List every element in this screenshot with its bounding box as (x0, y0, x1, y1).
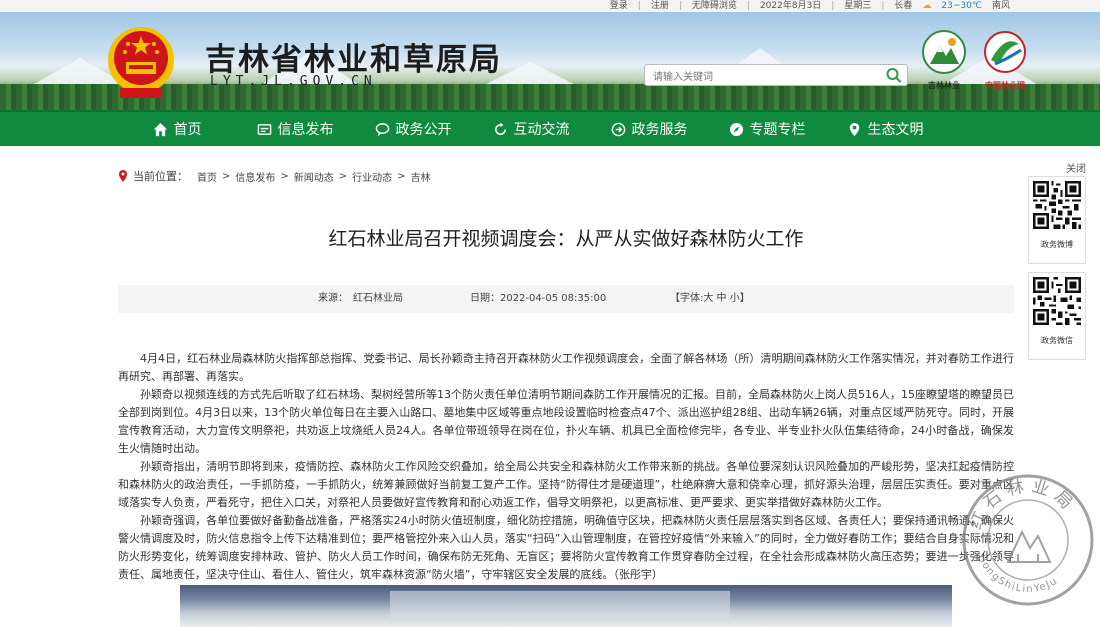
china-forestry-net-logo[interactable]: 中国林业网 (975, 30, 1035, 98)
qr-caption: 政务微博 (1041, 240, 1073, 249)
pin-icon (849, 122, 859, 136)
separator: | (637, 1, 641, 11)
qr-caption: 政务微信 (1041, 336, 1073, 345)
nav-label: 生态文明 (867, 122, 924, 138)
article-paragraph: 孙颖奇指出，清明节即将到来，疫情防控、森林防火工作风险交织叠加，给全局公共安全和… (118, 460, 1014, 509)
nav-label: 首页 (173, 122, 202, 138)
logo-caption: 中国林业网 (985, 81, 1025, 90)
home-icon (153, 122, 167, 136)
separator: | (831, 1, 835, 11)
qr-code-icon (1033, 181, 1081, 229)
article-paragraph: 孙颖奇强调，各单位要做好备勤备战准备，严格落实24小时防火值班制度，细化防控措施… (118, 514, 1014, 581)
breadcrumb-separator: > (397, 170, 406, 182)
breadcrumb-item[interactable]: 行业动态 (352, 169, 392, 184)
article-date: 日期：2022-04-05 08:35:00 (470, 293, 607, 304)
nav-label: 专题专栏 (749, 122, 806, 138)
top-utility-bar: 登录 | 注册 | 无障碍浏览 | 2022年8月3日 | 星期三 | 长春 ☁ 23~3… (0, 0, 1100, 12)
breadcrumb-label: 当前位置： (133, 170, 188, 183)
login-icon (611, 122, 625, 136)
location-pin-icon (119, 170, 127, 182)
nav-item-gov-services[interactable]: 政务服务 (590, 112, 708, 146)
weekday: 星期三 (844, 1, 872, 11)
logo-caption: 吉林林业 (928, 81, 960, 90)
weather-icon: ☁ (922, 1, 932, 11)
nav-label: 政务公开 (395, 122, 452, 138)
site-title: 吉林省林业和草原局 (205, 42, 502, 78)
accessible-browse-link[interactable]: 无障碍浏览 (692, 0, 737, 12)
site-url: LYT.JL.GOV.CN (210, 74, 377, 89)
search-box (644, 64, 908, 88)
article-title: 红石林业局召开视频调度会：从严从实做好森林防火工作 (328, 228, 804, 250)
article-meta-bar: 来源： 红石林业局 日期：2022-04-05 08:35:00 【字体:大 中… (118, 285, 1014, 313)
nav-item-home[interactable]: 首页 (118, 112, 236, 146)
article-photo (180, 585, 952, 627)
compass-icon (729, 122, 743, 136)
svg-text:红石林业局: 红石林业局 (966, 476, 1080, 533)
weather-city: 长春 (894, 1, 913, 11)
breadcrumb-separator: > (222, 170, 231, 182)
separator: | (678, 1, 682, 11)
qr-code-icon (1033, 277, 1081, 325)
article-paragraph: 孙颖奇以视频连线的方式先后听取了红石林场、梨树经营所等13个防火责任单位清明节期… (118, 388, 1014, 455)
search-icon[interactable] (885, 67, 903, 83)
separator: | (746, 1, 750, 11)
article-paragraph: 4月4日，红石林业局森林防火指挥部总指挥、党委书记、局长孙颖奇主持召开森林防火工… (118, 352, 1014, 383)
article-body: 4月4日，红石林业局森林防火指挥部总指挥、党委书记、局长孙颖奇主持召开森林防火工… (118, 350, 1014, 584)
breadcrumb-item[interactable]: 信息发布 (235, 169, 275, 184)
article-source: 来源： 红石林业局 (318, 293, 403, 304)
close-button[interactable]: 关闭 (1028, 160, 1086, 175)
weather-temp: 23~30℃ (941, 1, 982, 11)
nav-label: 信息发布 (277, 122, 334, 138)
separator: | (881, 1, 885, 11)
register-link[interactable]: 注册 (651, 0, 669, 12)
nav-item-info-release[interactable]: 信息发布 (236, 112, 354, 146)
jilin-forestry-logo[interactable]: 吉林林业 (920, 30, 968, 98)
weibo-qr-card[interactable]: 政务微博 (1028, 176, 1086, 264)
stamp-text-top: 红石林业局 (966, 476, 1074, 533)
photo-screen-area (390, 591, 730, 619)
breadcrumb: 当前位置： 首页 > 信息发布 > 新闻动态 > 行业动态 > 吉林 (118, 168, 431, 184)
nav-item-ecology[interactable]: 生态文明 (826, 112, 944, 146)
nav-item-special-topics[interactable]: 专题专栏 (708, 112, 826, 146)
nav-label: 互动交流 (513, 122, 570, 138)
nav-label: 政务服务 (631, 122, 688, 138)
font-size-control[interactable]: 【字体:大 中 小】 (670, 285, 750, 313)
floating-qr-panel: 关闭 政务微博 政务微信 (1028, 160, 1086, 360)
red-stone-forestry-seal-icon: 红石林业局 HongShiLinYeJu (962, 474, 1094, 606)
search-input[interactable] (645, 67, 875, 88)
globe-leaf-logo-icon (984, 31, 1026, 73)
nav-item-interaction[interactable]: 互动交流 (472, 112, 590, 146)
mountain-tree-logo-icon (922, 30, 966, 74)
breadcrumb-separator: > (280, 170, 289, 182)
chat-icon (375, 122, 389, 136)
current-date: 2022年8月3日 (759, 1, 822, 11)
weather-wind: 南风 (991, 1, 1010, 11)
main-nav: 首页 信息发布 政务公开 互动交流 政务服务 专题专栏 生态文明 (0, 110, 1100, 146)
login-link[interactable]: 登录 (610, 0, 628, 12)
breadcrumb-item[interactable]: 首页 (197, 169, 217, 184)
wechat-qr-card[interactable]: 政务微信 (1028, 272, 1086, 360)
refresh-icon (494, 121, 506, 135)
national-emblem-icon (108, 27, 174, 98)
breadcrumb-item[interactable]: 新闻动态 (294, 169, 334, 184)
breadcrumb-separator: > (338, 170, 348, 182)
site-header: 吉林省林业和草原局 LYT.JL.GOV.CN 吉林林业 中国林业网 (0, 12, 1100, 110)
info-icon (257, 123, 271, 135)
breadcrumb-item[interactable]: 吉林 (411, 169, 431, 184)
nav-item-gov-affairs-open[interactable]: 政务公开 (354, 112, 472, 146)
